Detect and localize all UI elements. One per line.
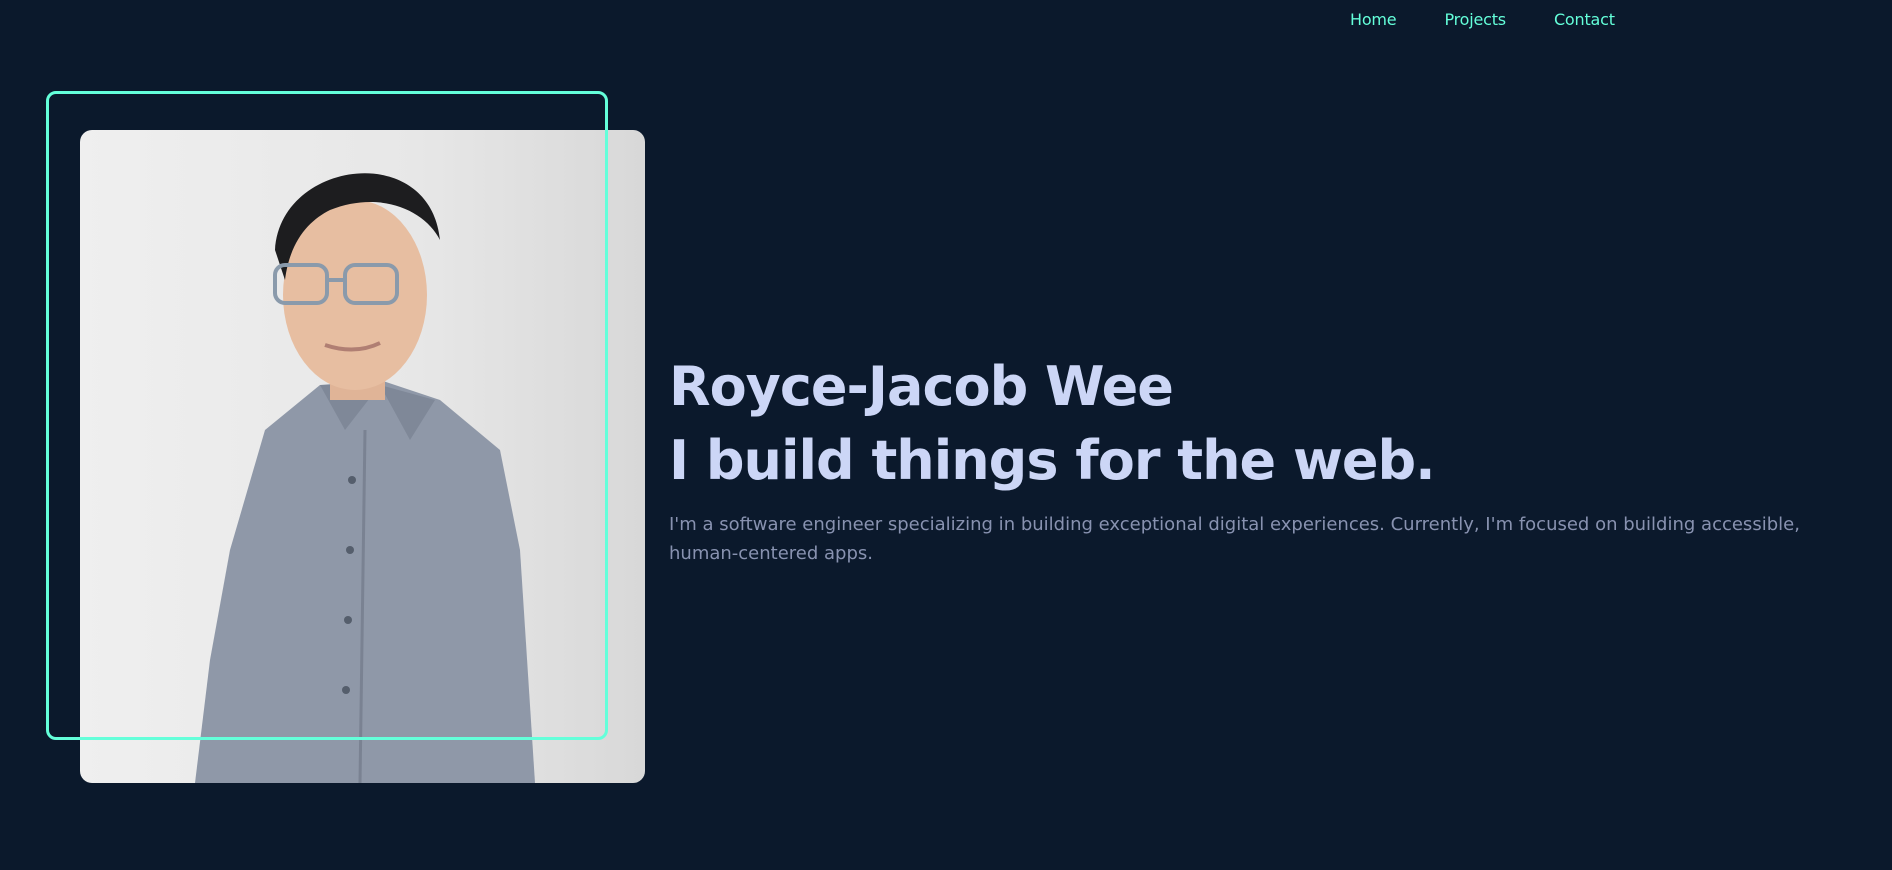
- hero-description: I'm a software engineer specializing in …: [669, 514, 1800, 564]
- hero-tagline: I build things for the web.: [669, 429, 1436, 492]
- nav-link-projects[interactable]: Projects: [1444, 10, 1506, 29]
- hero-section: Royce-Jacob Wee I build things for the w…: [669, 350, 1809, 568]
- nav-link-home[interactable]: Home: [1350, 10, 1397, 29]
- hero-heading: Royce-Jacob Wee I build things for the w…: [669, 350, 1809, 498]
- top-nav: Home Projects Contact: [1350, 10, 1615, 29]
- nav-link-contact[interactable]: Contact: [1554, 10, 1615, 29]
- photo-accent-frame: [46, 91, 608, 740]
- hero-name: Royce-Jacob Wee: [669, 355, 1174, 418]
